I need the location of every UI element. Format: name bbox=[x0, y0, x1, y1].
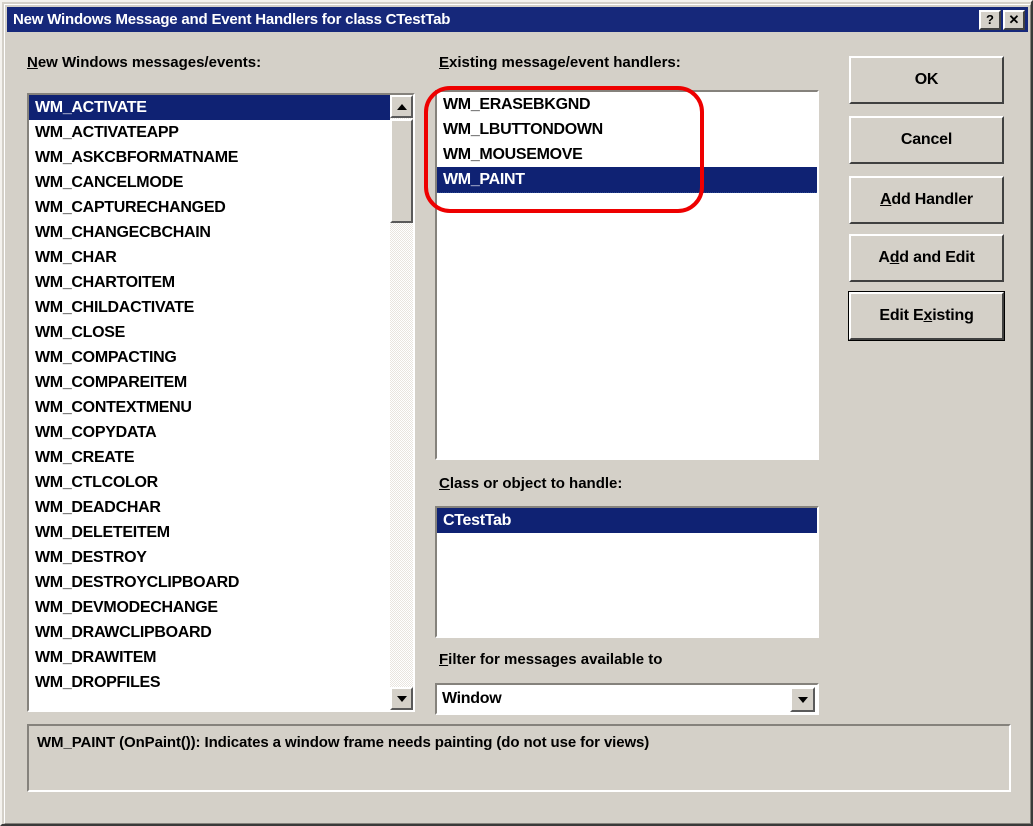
cancel-button[interactable]: Cancel bbox=[849, 116, 1004, 164]
ok-button-label: OK bbox=[914, 71, 939, 88]
list-item-message[interactable]: WM_CLOSE bbox=[29, 320, 413, 345]
list-item-handler[interactable]: WM_LBUTTONDOWN bbox=[437, 117, 817, 142]
filter-label: Filter for messages available to bbox=[439, 651, 663, 668]
add-and-edit-button-label: Add and Edit bbox=[878, 249, 975, 266]
class-object-listbox[interactable]: CTestTab bbox=[435, 506, 819, 638]
status-description-text: WM_PAINT (OnPaint()): Indicates a window… bbox=[37, 734, 650, 751]
list-item-message[interactable]: WM_CHAR bbox=[29, 245, 413, 270]
status-group-box: WM_PAINT (OnPaint()): Indicates a window… bbox=[27, 724, 1011, 792]
edit-existing-button[interactable]: Edit Existing bbox=[849, 292, 1004, 340]
list-item-message[interactable]: WM_DELETEITEM bbox=[29, 520, 413, 545]
list-item-message[interactable]: WM_DEVMODECHANGE bbox=[29, 595, 413, 620]
class-object-items[interactable]: CTestTab bbox=[437, 508, 817, 636]
class-object-label: Class or object to handle: bbox=[439, 475, 623, 492]
list-item-message[interactable]: WM_CREATE bbox=[29, 445, 413, 470]
add-handler-button-label: Add Handler bbox=[880, 191, 973, 208]
list-item-message[interactable]: WM_CHARTOITEM bbox=[29, 270, 413, 295]
add-and-edit-button[interactable]: Add and Edit bbox=[849, 234, 1004, 282]
list-item-message[interactable]: WM_CANCELMODE bbox=[29, 170, 413, 195]
dialog-window: New Windows Message and Event Handlers f… bbox=[0, 0, 1033, 826]
chevron-up-icon bbox=[396, 103, 407, 110]
ok-button[interactable]: OK bbox=[849, 56, 1004, 104]
add-handler-button[interactable]: Add Handler bbox=[849, 176, 1004, 224]
list-item-message[interactable]: WM_DESTROYCLIPBOARD bbox=[29, 570, 413, 595]
combobox-dropdown-button[interactable] bbox=[790, 687, 815, 712]
existing-handlers-items[interactable]: WM_ERASEBKGND WM_LBUTTONDOWN WM_MOUSEMOVE W… bbox=[437, 92, 817, 458]
close-icon[interactable]: ✕ bbox=[1003, 9, 1025, 30]
scroll-down-button[interactable] bbox=[390, 687, 413, 710]
list-item-message[interactable]: WM_ASKCBFORMATNAME bbox=[29, 145, 413, 170]
list-item-message[interactable]: WM_DRAWCLIPBOARD bbox=[29, 620, 413, 645]
title-bar-buttons: ? ✕ bbox=[979, 9, 1025, 30]
list-item-message[interactable]: WM_CHANGECBCHAIN bbox=[29, 220, 413, 245]
scrollbar-thumb[interactable] bbox=[390, 119, 413, 223]
list-item-message[interactable]: WM_COMPAREITEM bbox=[29, 370, 413, 395]
list-item-class[interactable]: CTestTab bbox=[437, 508, 817, 533]
help-icon[interactable]: ? bbox=[979, 9, 1001, 30]
list-item-message[interactable]: WM_CAPTURECHANGED bbox=[29, 195, 413, 220]
new-messages-label: New Windows messages/events: bbox=[27, 54, 262, 71]
existing-handlers-label: Existing message/event handlers: bbox=[439, 54, 681, 71]
existing-handlers-listbox[interactable]: WM_ERASEBKGND WM_LBUTTONDOWN WM_MOUSEMOVE W… bbox=[435, 90, 819, 460]
list-item-message[interactable]: WM_CTLCOLOR bbox=[29, 470, 413, 495]
edit-existing-button-label: Edit Existing bbox=[879, 307, 974, 324]
list-item-handler[interactable]: WM_PAINT bbox=[437, 167, 817, 193]
new-messages-listbox[interactable]: WM_ACTIVATE WM_ACTIVATEAPP WM_ASKCBFORMATN… bbox=[27, 93, 415, 712]
list-item-handler[interactable]: WM_MOUSEMOVE bbox=[437, 142, 817, 167]
list-item-message[interactable]: WM_CONTEXTMENU bbox=[29, 395, 413, 420]
window-title: New Windows Message and Event Handlers f… bbox=[13, 11, 451, 28]
list-item-message[interactable]: WM_COPYDATA bbox=[29, 420, 413, 445]
cancel-button-label: Cancel bbox=[900, 131, 953, 148]
title-bar[interactable]: New Windows Message and Event Handlers f… bbox=[7, 7, 1028, 32]
list-item-message[interactable]: WM_DROPFILES bbox=[29, 670, 413, 695]
chevron-down-icon bbox=[797, 696, 808, 703]
list-item-message[interactable]: WM_DRAWITEM bbox=[29, 645, 413, 670]
list-item-message[interactable]: WM_DESTROY bbox=[29, 545, 413, 570]
list-item-message[interactable]: WM_ACTIVATEAPP bbox=[29, 120, 413, 145]
new-messages-items[interactable]: WM_ACTIVATE WM_ACTIVATEAPP WM_ASKCBFORMATN… bbox=[29, 95, 413, 710]
filter-combobox[interactable]: Window bbox=[435, 683, 819, 715]
scroll-up-button[interactable] bbox=[390, 95, 413, 118]
chevron-down-icon bbox=[396, 695, 407, 702]
list-item-message[interactable]: WM_DEADCHAR bbox=[29, 495, 413, 520]
new-messages-scrollbar[interactable] bbox=[390, 95, 413, 710]
list-item-message[interactable]: WM_CHILDACTIVATE bbox=[29, 295, 413, 320]
list-item-message[interactable]: WM_COMPACTING bbox=[29, 345, 413, 370]
filter-combobox-value: Window bbox=[442, 690, 502, 707]
list-item-handler[interactable]: WM_ERASEBKGND bbox=[437, 92, 817, 117]
list-item-message[interactable]: WM_ACTIVATE bbox=[29, 95, 413, 120]
